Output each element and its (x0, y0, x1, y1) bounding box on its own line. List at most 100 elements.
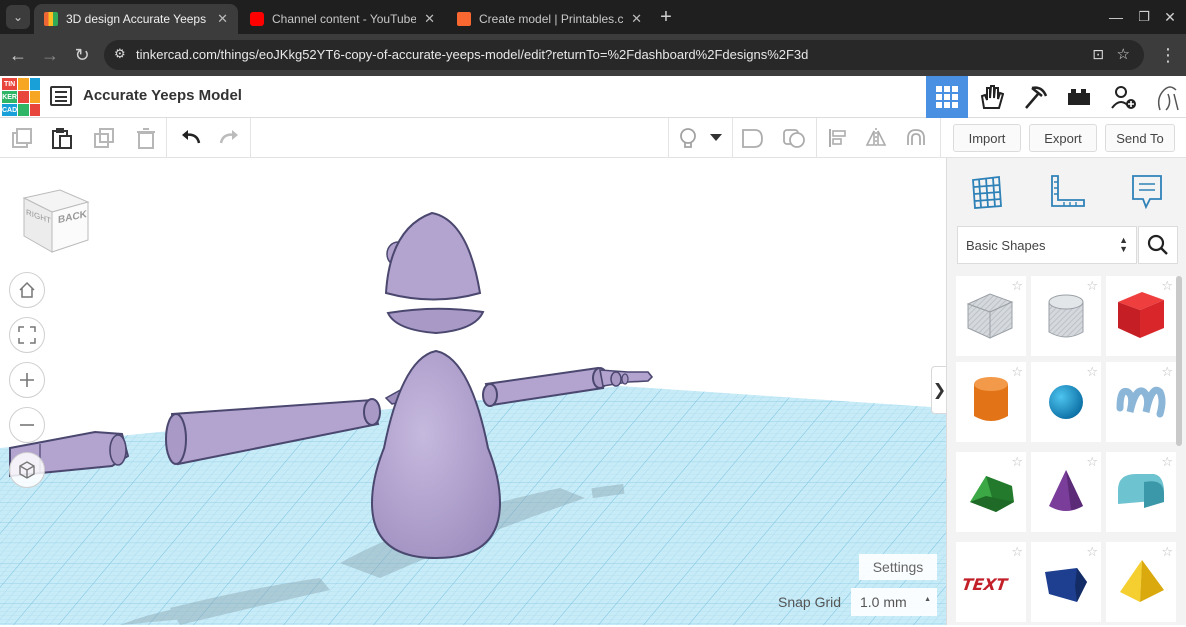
hat-cone-shape[interactable] (384, 211, 482, 301)
panel-scrollbar[interactable] (1176, 276, 1182, 446)
favorite-star-icon[interactable]: ☆ (1161, 545, 1173, 558)
export-button[interactable]: Export (1029, 124, 1097, 152)
favorite-star-icon[interactable]: ☆ (1086, 279, 1098, 292)
reload-icon[interactable]: ↻ (70, 43, 94, 67)
install-app-icon[interactable]: ⊡ (1092, 46, 1104, 63)
undo-button[interactable] (176, 124, 204, 152)
design-list-icon[interactable] (50, 86, 72, 106)
align-button[interactable] (824, 124, 852, 152)
back-arrow-icon[interactable]: ← (6, 43, 30, 67)
forward-arrow-icon[interactable]: → (38, 43, 62, 67)
favorite-star-icon[interactable]: ☆ (1086, 545, 1098, 558)
panel-collapse-button[interactable]: ❯ (931, 366, 946, 414)
close-icon[interactable]: ✕ (217, 11, 228, 27)
lights-dropdown[interactable] (704, 124, 728, 152)
favorite-star-icon[interactable]: ☆ (1161, 365, 1173, 378)
tab-search-button[interactable]: ⌄ (6, 5, 30, 29)
snap-grid-select[interactable]: 1.0 mm ▲ (851, 588, 937, 616)
minimize-icon[interactable]: — (1104, 5, 1128, 29)
settings-button[interactable]: Settings (859, 554, 937, 580)
add-user-icon (1111, 86, 1136, 109)
close-icon[interactable]: ✕ (424, 11, 435, 27)
blocks-button[interactable] (1014, 76, 1056, 118)
close-window-icon[interactable]: ✕ (1158, 5, 1182, 29)
tab-youtube[interactable]: Channel content - YouTube Stu ✕ (240, 4, 445, 34)
favorite-star-icon[interactable]: ☆ (1011, 455, 1023, 468)
zoom-out-button[interactable] (9, 407, 45, 443)
notes-tool-button[interactable] (1125, 170, 1169, 214)
import-button[interactable]: Import (953, 124, 1021, 152)
shape-sphere[interactable]: ☆ (1031, 362, 1101, 442)
favorite-star-icon[interactable]: ☆ (1161, 455, 1173, 468)
undo-arrow-icon (182, 130, 201, 144)
shape-category-select[interactable]: Basic Shapes ▲ ▼ (957, 226, 1137, 264)
favorite-star-icon[interactable]: ☆ (1011, 545, 1023, 558)
tinkercad-logo[interactable]: TIN KER CAD (2, 78, 40, 116)
zoom-in-button[interactable] (9, 362, 45, 398)
sim-lab-button[interactable] (970, 76, 1012, 118)
pickaxe-icon (1025, 86, 1048, 109)
ruler-tool-button[interactable] (1045, 170, 1089, 214)
invite-user-button[interactable] (1102, 76, 1144, 118)
paste-button[interactable] (48, 124, 76, 152)
tinkercad-favicon-icon (44, 12, 58, 26)
divider (250, 118, 251, 158)
shape-pyramid[interactable]: ☆ (1106, 542, 1176, 622)
shape-polygon[interactable]: ☆ (1031, 542, 1101, 622)
redo-arrow-icon (219, 130, 238, 144)
mirror-button[interactable] (862, 124, 890, 152)
show-lights-button[interactable] (674, 124, 702, 152)
redo-button[interactable] (216, 124, 244, 152)
shape-cone[interactable]: ☆ (1031, 452, 1101, 532)
delete-button[interactable] (132, 124, 160, 152)
send-to-button[interactable]: Send To (1105, 124, 1175, 152)
duplicate-button[interactable] (90, 124, 118, 152)
shape-roof[interactable]: ☆ (956, 452, 1026, 532)
perspective-button[interactable] (9, 452, 45, 488)
workplane-viewport[interactable]: RIGHT BACK Settings Snap Grid 1.0 mm ▲ ❯ (0, 158, 946, 625)
bricks-button[interactable] (1058, 76, 1100, 118)
user-avatar[interactable] (1146, 76, 1186, 118)
site-info-icon[interactable]: ⚙ (114, 46, 126, 62)
note-button[interactable] (738, 124, 766, 152)
shape-cylinder-hole[interactable]: ☆ (1031, 276, 1101, 356)
cruise-button[interactable] (902, 124, 930, 152)
address-bar[interactable]: ⚙ tinkercad.com/things/eoJKkg52YT6-copy-… (104, 40, 1144, 70)
favorite-star-icon[interactable]: ☆ (1086, 365, 1098, 378)
favorite-star-icon[interactable]: ☆ (1011, 279, 1023, 292)
shape-cylinder[interactable]: ☆ (956, 362, 1026, 442)
shape-box-hole[interactable]: ☆ (956, 276, 1026, 356)
shape-search-button[interactable] (1138, 226, 1178, 264)
maximize-icon[interactable]: ❐ (1132, 5, 1156, 29)
workplane-tool-button[interactable] (965, 170, 1009, 214)
shape-round-roof[interactable]: ☆ (1106, 452, 1176, 532)
home-view-button[interactable] (9, 272, 45, 308)
shape-text[interactable]: ☆ TEXT (956, 542, 1026, 622)
chevron-down-icon (710, 134, 722, 141)
tab-tinkercad[interactable]: 3D design Accurate Yeeps Mod ✕ (34, 4, 238, 34)
tinkercad-header: TIN KER CAD Accurate Yeeps Model (0, 76, 1186, 118)
favorite-star-icon[interactable]: ☆ (1161, 279, 1173, 292)
avatar-icon (1157, 86, 1179, 111)
new-tab-button[interactable]: + (654, 5, 678, 29)
group-button[interactable] (780, 124, 808, 152)
tab-printables[interactable]: Create model | Printables.com ✕ (447, 4, 652, 34)
hat-brim-shape[interactable] (386, 307, 485, 335)
shape-scribble[interactable]: ☆ (1106, 362, 1176, 442)
3d-design-view-button[interactable] (926, 76, 968, 118)
copy-button[interactable] (8, 124, 36, 152)
design-title[interactable]: Accurate Yeeps Model (83, 87, 242, 104)
logo-letters: TIN (2, 78, 18, 90)
browser-menu-icon[interactable]: ⋮ (1156, 43, 1180, 67)
fit-view-button[interactable] (9, 317, 45, 353)
close-icon[interactable]: ✕ (631, 11, 642, 27)
view-cube[interactable]: RIGHT BACK (22, 188, 92, 254)
body-egg-shape[interactable] (370, 349, 502, 560)
favorite-star-icon[interactable]: ☆ (1086, 455, 1098, 468)
workplane-scene[interactable] (0, 158, 946, 625)
browser-tab-bar: ⌄ 3D design Accurate Yeeps Mod ✕ Channel… (0, 0, 1186, 34)
shape-box[interactable]: ☆ (1106, 276, 1176, 356)
mirror-icon (865, 128, 887, 148)
bookmark-star-icon[interactable]: ☆ (1117, 45, 1130, 63)
favorite-star-icon[interactable]: ☆ (1011, 365, 1023, 378)
